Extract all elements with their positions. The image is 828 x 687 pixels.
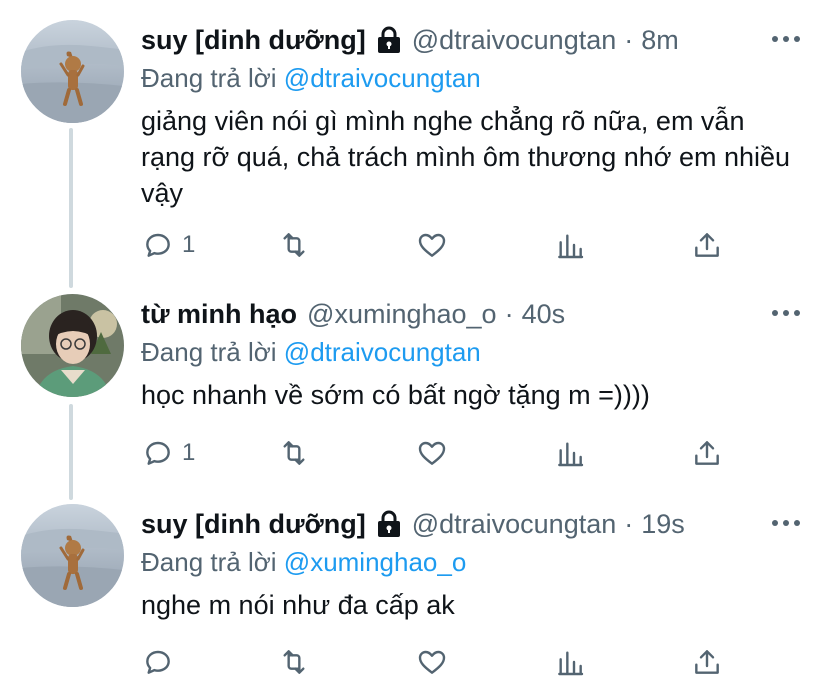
username-handle[interactable]: @dtraivocungtan xyxy=(412,20,617,60)
replying-to: Đang trả lời @xuminghao_o xyxy=(141,544,804,580)
replying-to-label: Đang trả lời xyxy=(141,547,277,577)
lock-icon xyxy=(376,25,402,55)
more-icon[interactable] xyxy=(768,298,804,328)
analytics-icon xyxy=(558,651,584,676)
tweet-text: học nhanh về sớm có bất ngờ tặng m =)))) xyxy=(141,380,650,410)
timestamp[interactable]: 19s xyxy=(641,504,685,544)
analytics-icon xyxy=(558,234,584,259)
username-handle[interactable]: @dtraivocungtan xyxy=(412,504,617,544)
share-button[interactable] xyxy=(691,644,723,680)
retweet-button[interactable] xyxy=(278,644,310,680)
like-button[interactable] xyxy=(416,435,448,471)
display-name[interactable]: từ minh hạo xyxy=(141,294,297,334)
share-button[interactable] xyxy=(691,435,723,471)
reply-button[interactable]: 1 xyxy=(142,435,195,471)
separator: · xyxy=(624,25,634,55)
tweet-header: suy [dinh dưỡng] @dtraivocungtan · 19s xyxy=(141,504,804,544)
action-bar: 1 xyxy=(0,227,828,263)
replying-to: Đang trả lời @dtraivocungtan xyxy=(141,60,804,96)
reply-count: 1 xyxy=(182,231,196,258)
timestamp[interactable]: 8m xyxy=(641,20,679,60)
tweet-header: từ minh hạo @xuminghao_o · 40s xyxy=(141,294,804,334)
reply-icon xyxy=(146,233,170,257)
share-icon xyxy=(695,441,719,465)
reply-button[interactable]: 1 xyxy=(142,227,195,263)
like-icon xyxy=(418,441,446,465)
retweet-button[interactable] xyxy=(278,227,310,263)
replying-to-handle[interactable]: @dtraivocungtan xyxy=(284,337,481,367)
share-icon xyxy=(695,650,719,674)
action-bar xyxy=(0,644,828,680)
avatar[interactable] xyxy=(21,294,124,397)
analytics-button[interactable] xyxy=(554,644,586,680)
timestamp[interactable]: 40s xyxy=(522,294,566,334)
like-icon xyxy=(418,650,446,674)
reply-icon xyxy=(146,650,170,674)
analytics-button[interactable] xyxy=(554,227,586,263)
like-button[interactable] xyxy=(416,644,448,680)
tweet-text: nghe m nói như đa cấp ak xyxy=(141,590,455,620)
replying-to-handle[interactable]: @dtraivocungtan xyxy=(284,63,481,93)
tweet-header: suy [dinh dưỡng] @dtraivocungtan · 8m xyxy=(141,20,804,60)
like-icon xyxy=(418,233,446,257)
share-icon xyxy=(695,233,719,257)
tweet-text: giảng viên nói gì mình nghe chẳng rõ nữa… xyxy=(141,106,791,208)
replying-to-handle[interactable]: @xuminghao_o xyxy=(284,547,467,577)
display-name[interactable]: suy [dinh dưỡng] xyxy=(141,504,366,544)
avatar[interactable] xyxy=(21,20,124,123)
tweet[interactable]: suy [dinh dưỡng] @dtraivocungtan · 19s Đ… xyxy=(0,504,828,684)
replying-to: Đang trả lời @dtraivocungtan xyxy=(141,334,804,370)
retweet-icon xyxy=(283,650,305,674)
retweet-icon xyxy=(283,233,305,257)
tweet[interactable]: từ minh hạo @xuminghao_o · 40s Đang trả … xyxy=(0,294,828,494)
separator: · xyxy=(504,299,514,329)
share-button[interactable] xyxy=(691,227,723,263)
analytics-button[interactable] xyxy=(554,435,586,471)
more-icon[interactable] xyxy=(768,508,804,538)
username-handle[interactable]: @xuminghao_o xyxy=(307,294,497,334)
replying-to-label: Đang trả lời xyxy=(141,337,277,367)
analytics-icon xyxy=(558,442,584,467)
reply-button[interactable] xyxy=(142,644,182,680)
retweet-icon xyxy=(283,441,305,465)
lock-icon xyxy=(376,509,402,539)
display-name[interactable]: suy [dinh dưỡng] xyxy=(141,20,366,60)
action-bar: 1 xyxy=(0,435,828,471)
reply-count: 1 xyxy=(182,439,196,466)
reply-icon xyxy=(146,441,170,465)
tweet[interactable]: suy [dinh dưỡng] @dtraivocungtan · 8m Đa… xyxy=(0,20,828,290)
avatar[interactable] xyxy=(21,504,124,607)
separator: · xyxy=(624,509,634,539)
replying-to-label: Đang trả lời xyxy=(141,63,277,93)
like-button[interactable] xyxy=(416,227,448,263)
retweet-button[interactable] xyxy=(278,435,310,471)
more-icon[interactable] xyxy=(768,24,804,54)
